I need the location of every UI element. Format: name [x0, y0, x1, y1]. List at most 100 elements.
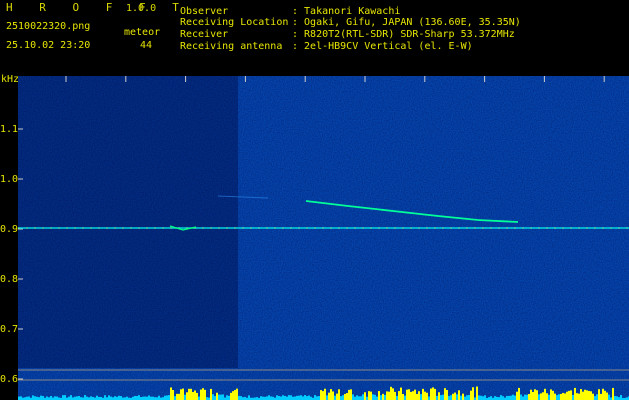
power-bar [550, 389, 552, 400]
power-bar [34, 396, 36, 400]
antenna-value: : 2el-HB9CV Vertical (el. E-W) [292, 41, 473, 52]
power-bar [170, 387, 172, 400]
power-bar [576, 393, 578, 400]
power-bar [118, 395, 120, 400]
power-bar [594, 396, 596, 400]
power-bar [398, 391, 400, 400]
power-bar [28, 396, 30, 400]
power-bar [482, 396, 484, 400]
power-bar [70, 395, 72, 400]
power-bar [236, 388, 238, 400]
power-bar [278, 396, 280, 400]
power-bar [90, 396, 92, 400]
power-bar [340, 396, 342, 400]
power-bar [136, 396, 138, 400]
power-bar [182, 388, 184, 400]
power-bar [198, 396, 200, 400]
power-bar [470, 390, 472, 400]
power-bar [134, 395, 136, 400]
power-bar [176, 393, 178, 400]
power-bar [280, 396, 282, 400]
power-bar [144, 396, 146, 400]
power-bar [546, 393, 548, 400]
power-bar [332, 391, 334, 400]
power-bar [598, 389, 600, 400]
power-bar [428, 396, 430, 400]
power-bar [210, 388, 212, 400]
power-bar [436, 395, 438, 400]
power-bar [514, 395, 516, 400]
power-bar [570, 390, 572, 400]
power-bar [620, 395, 622, 400]
power-bar [364, 392, 366, 400]
power-bar [344, 393, 346, 400]
power-bar [234, 389, 236, 400]
power-bar [616, 396, 618, 400]
power-bar [606, 392, 608, 400]
power-bar [438, 392, 440, 400]
power-bar [200, 389, 202, 400]
y-axis-unit: kHz [1, 74, 20, 85]
power-bar [174, 396, 176, 400]
power-bar [294, 396, 296, 400]
power-bar [448, 395, 450, 400]
power-bar [126, 396, 128, 400]
power-bar [178, 393, 180, 400]
power-bar [328, 392, 330, 400]
power-bar [444, 388, 446, 400]
power-bar [282, 395, 284, 400]
power-bar [512, 394, 514, 400]
power-bar [612, 387, 614, 400]
power-bar [430, 388, 432, 400]
power-bar [326, 395, 328, 400]
power-bar [552, 390, 554, 400]
power-bar [316, 396, 318, 400]
power-bar [346, 393, 348, 400]
power-bar [542, 392, 544, 400]
power-bar [544, 388, 546, 400]
power-bar [524, 394, 526, 400]
power-bar [238, 395, 240, 400]
power-bar [584, 389, 586, 400]
power-bar [138, 395, 140, 400]
power-bar [538, 394, 540, 400]
power-bar [458, 390, 460, 400]
power-bar [306, 396, 308, 400]
meteor-count: 44 [140, 40, 153, 51]
power-bar [556, 395, 558, 400]
power-bar [566, 391, 568, 400]
power-bar [410, 391, 412, 400]
power-bar [390, 386, 392, 400]
receiver-label: Receiver [180, 29, 229, 40]
power-bar [150, 396, 152, 400]
power-bar [604, 390, 606, 400]
power-bar [232, 391, 234, 400]
power-bar [590, 391, 592, 400]
power-bar [414, 389, 416, 400]
power-bar [286, 396, 288, 400]
power-bar [560, 393, 562, 400]
y-tick-label: 0.9 [0, 224, 19, 235]
power-bar [148, 395, 150, 400]
power-bar [562, 392, 564, 400]
power-bar [216, 392, 218, 400]
power-bar [56, 396, 58, 400]
power-bar [368, 391, 370, 400]
power-bar [62, 395, 64, 400]
power-bar [388, 391, 390, 400]
power-bar [32, 395, 34, 400]
power-bar [108, 395, 110, 400]
power-bar [342, 395, 344, 400]
power-bar [402, 393, 404, 400]
power-bar [270, 396, 272, 400]
power-bar [452, 393, 454, 400]
power-bar [574, 387, 576, 400]
power-bar [314, 395, 316, 400]
power-bar [558, 394, 560, 400]
power-bar [432, 387, 434, 400]
power-bar [506, 395, 508, 400]
power-bar [578, 393, 580, 400]
power-bar [322, 391, 324, 400]
power-bar [324, 388, 326, 400]
power-bar [534, 389, 536, 400]
